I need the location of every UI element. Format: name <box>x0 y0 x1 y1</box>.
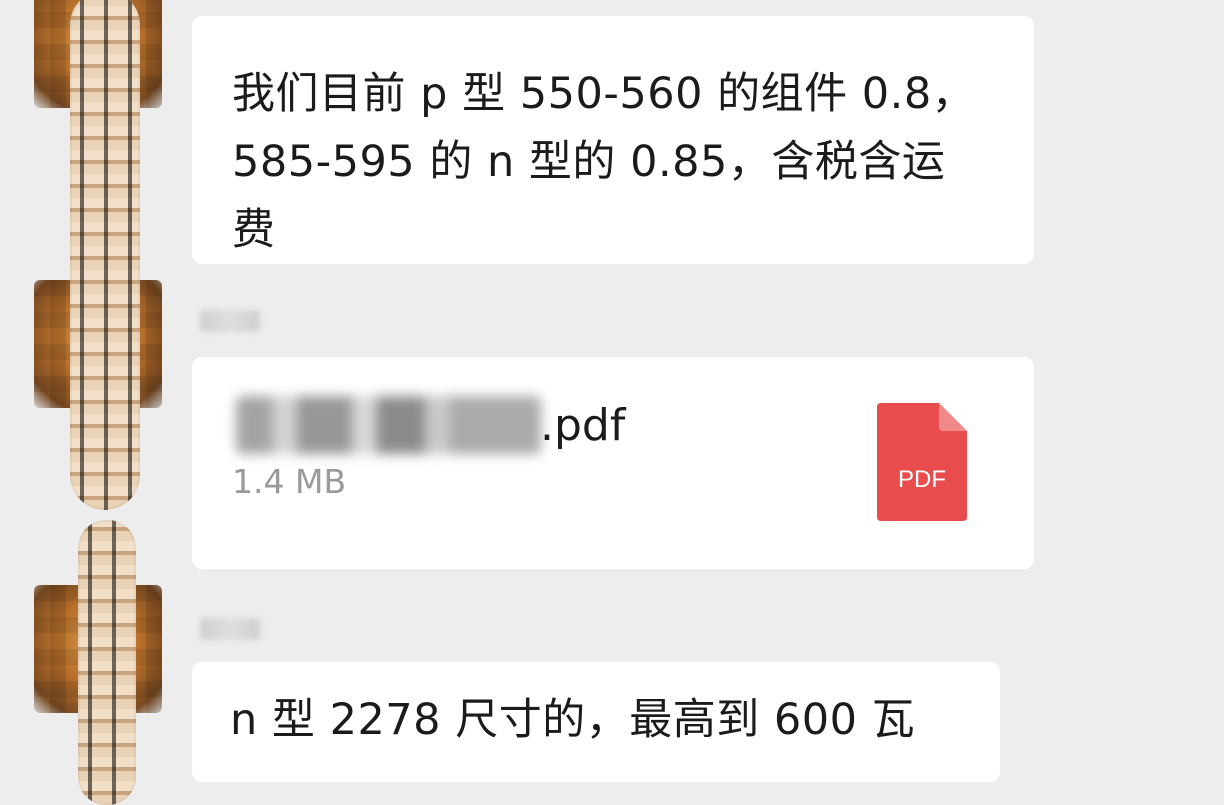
chat-window: 我们目前 p 型 550-560 的组件 0.8， 585-595 的 n 型的… <box>0 0 1224 805</box>
pdf-icon-label: PDF <box>898 466 946 493</box>
message-line: 我们目前 p 型 550-560 的组件 0.8， <box>232 69 976 119</box>
message-line: 585-595 的 n 型的 0.85，含税含运 <box>232 137 946 187</box>
sender-name-redacted <box>200 310 260 332</box>
pdf-file-icon[interactable]: PDF <box>877 403 967 521</box>
file-name-redacted <box>236 396 541 454</box>
file-size: 1.4 MB <box>232 462 347 501</box>
message-text: 我们目前 p 型 550-560 的组件 0.8， 585-595 的 n 型的… <box>232 60 1012 264</box>
sender-name-redacted <box>200 618 260 640</box>
file-name: .pdf <box>540 400 626 451</box>
message-text: n 型 2278 尺寸的，最高到 600 瓦 <box>230 695 916 745</box>
message-line: 费 <box>232 205 276 255</box>
mosaic-redaction <box>70 0 140 510</box>
message-bubble[interactable]: 我们目前 p 型 550-560 的组件 0.8， 585-595 的 n 型的… <box>192 16 1034 264</box>
mosaic-redaction <box>78 520 136 805</box>
message-bubble[interactable]: n 型 2278 尺寸的，最高到 600 瓦 <box>192 662 1000 782</box>
